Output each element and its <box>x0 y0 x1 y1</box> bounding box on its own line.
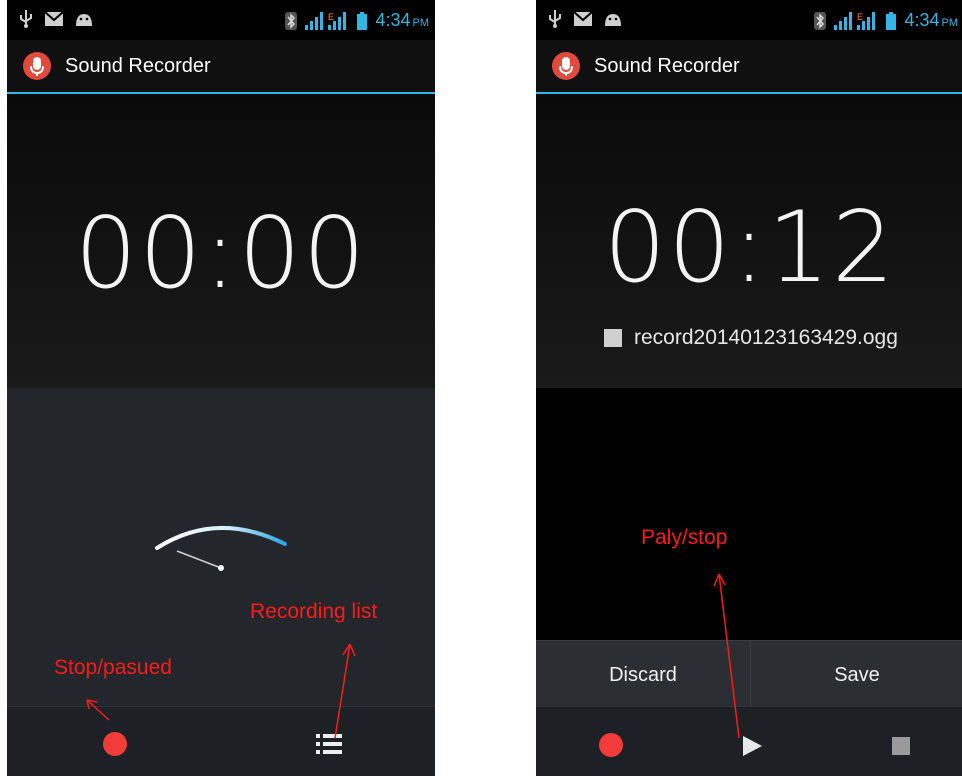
signal-icon: E <box>305 11 347 30</box>
battery-icon <box>886 11 897 30</box>
action-bar: Sound Recorder <box>7 40 435 94</box>
signal-icon: E <box>834 11 876 30</box>
elapsed-timer: 00:12 <box>603 191 897 305</box>
clock-ampm: PM <box>941 17 959 29</box>
usb-icon <box>20 10 32 28</box>
clock-time: 4:34 <box>375 10 411 30</box>
status-bar: E 4:34 PM <box>536 0 962 40</box>
svg-text:E: E <box>857 12 863 22</box>
app-title: Sound Recorder <box>594 55 740 77</box>
play-button[interactable] <box>743 736 762 756</box>
stop-button[interactable] <box>892 737 910 755</box>
mic-icon <box>552 52 580 80</box>
record-button[interactable] <box>103 732 127 756</box>
android-icon <box>605 14 621 26</box>
recording-list-button[interactable] <box>316 734 342 754</box>
clock: 4:34 PM <box>375 10 429 31</box>
content-area <box>536 390 962 640</box>
mail-icon <box>45 12 63 26</box>
file-icon <box>604 329 622 347</box>
discard-button[interactable]: Discard <box>536 641 751 709</box>
bluetooth-icon <box>814 11 827 30</box>
record-button[interactable] <box>599 733 623 757</box>
mic-icon <box>23 52 51 80</box>
annotation-recording-list: Recording list <box>250 600 378 623</box>
svg-text:E: E <box>328 12 334 22</box>
clock-time: 4:34 <box>904 10 940 30</box>
bluetooth-icon <box>285 11 298 30</box>
mail-icon <box>574 12 592 26</box>
elapsed-timer: 00:00 <box>74 197 368 311</box>
vu-meter-icon <box>155 526 287 571</box>
recorded-file: record20140123163429.ogg <box>604 326 898 350</box>
action-buttons: Discard Save <box>536 640 962 709</box>
action-bar: Sound Recorder <box>536 40 962 94</box>
status-bar: E 4:34 PM <box>7 0 435 40</box>
bottom-bar <box>7 706 435 776</box>
left-screen: E 4:34 PM Sound Recorder 00:00 Stop/pasu… <box>7 0 435 776</box>
clock-ampm: PM <box>412 17 430 29</box>
usb-icon <box>549 10 561 28</box>
annotation-play-stop: Paly/stop <box>641 526 728 549</box>
annotation-stop-paused: Stop/pasued <box>54 656 172 679</box>
battery-icon <box>357 11 368 30</box>
right-screen: E 4:34 PM Sound Recorder 00:12 record2014… <box>536 0 962 776</box>
file-name: record20140123163429.ogg <box>634 326 898 349</box>
clock: 4:34 PM <box>904 10 958 31</box>
android-icon <box>76 14 92 26</box>
save-button[interactable]: Save <box>750 641 962 709</box>
app-title: Sound Recorder <box>65 55 211 77</box>
